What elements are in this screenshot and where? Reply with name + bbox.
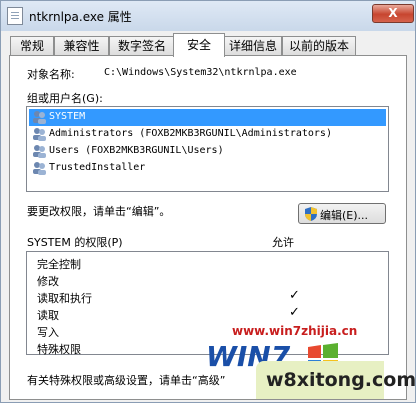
permission-name: 读取和执行 [37, 292, 92, 305]
permission-name: 完全控制 [37, 258, 81, 271]
groups-label: 组或用户名(G): [27, 92, 103, 105]
window-title: ntkrnlpa.exe 属性 [29, 10, 132, 24]
w8xitong-badge: w8xitong.com [256, 361, 416, 399]
permission-name: 修改 [37, 275, 59, 288]
object-name-label: 对象名称: [27, 68, 75, 81]
permission-name: 读取 [37, 309, 59, 322]
list-item-label: TrustedInstaller [49, 162, 146, 173]
advanced-hint: 有关特殊权限或高级设置，请单击“高级” [27, 374, 226, 387]
permission-row: 完全控制 [37, 254, 382, 271]
list-item-label: Users (FOXB2MKB3RGUNIL\Users) [49, 145, 224, 156]
tab-compatibility[interactable]: 兼容性 [54, 36, 109, 56]
user-group-icon [33, 145, 46, 158]
user-group-icon [33, 162, 46, 175]
permission-row: 修改 [37, 271, 382, 288]
list-item-users[interactable]: Users (FOXB2MKB3RGUNIL\Users) [29, 143, 386, 160]
change-permissions-hint: 要更改权限，请单击“编辑”。 [27, 205, 171, 218]
permission-row: 读取 ✓ [37, 305, 382, 322]
close-button[interactable]: X [372, 4, 414, 23]
allow-column-header: 允许 [272, 236, 294, 249]
permission-name: 写入 [37, 326, 59, 339]
file-icon [7, 7, 23, 25]
permission-row: 读取和执行 ✓ [37, 288, 382, 305]
title-bar[interactable]: ntkrnlpa.exe 属性 X [1, 1, 415, 31]
tab-digital-signatures[interactable]: 数字签名 [109, 36, 175, 56]
groups-listbox[interactable]: SYSTEM Administrators (FOXB2MKB3RGUNIL\A… [26, 106, 389, 192]
user-group-icon [33, 111, 46, 124]
allow-checkmark-icon: ✓ [289, 305, 300, 320]
tab-security[interactable]: 安全 [173, 33, 225, 57]
badge-text: w8xitong.com [266, 369, 416, 391]
list-item-label: SYSTEM [49, 111, 86, 122]
permission-name: 特殊权限 [37, 343, 81, 356]
permissions-header-label: SYSTEM 的权限(P) [27, 236, 123, 249]
list-item-label: Administrators (FOXB2MKB3RGUNIL\Administ… [49, 128, 332, 139]
allow-checkmark-icon: ✓ [289, 288, 300, 303]
user-group-icon [33, 128, 46, 141]
list-item-system[interactable]: SYSTEM [29, 109, 386, 126]
list-item-administrators[interactable]: Administrators (FOXB2MKB3RGUNIL\Administ… [29, 126, 386, 143]
shield-icon [305, 207, 317, 221]
list-item-trustedinstaller[interactable]: TrustedInstaller [29, 160, 386, 177]
object-name-value: C:\Windows\System32\ntkrnlpa.exe [104, 67, 297, 78]
tab-details[interactable]: 详细信息 [224, 36, 282, 56]
tab-general[interactable]: 常规 [10, 36, 54, 56]
watermark-url: www.win7zhijia.cn [232, 324, 358, 338]
edit-button[interactable]: 编辑(E)... [298, 203, 386, 224]
edit-button-label: 编辑(E)... [320, 209, 369, 222]
tab-previous-versions[interactable]: 以前的版本 [282, 36, 356, 56]
